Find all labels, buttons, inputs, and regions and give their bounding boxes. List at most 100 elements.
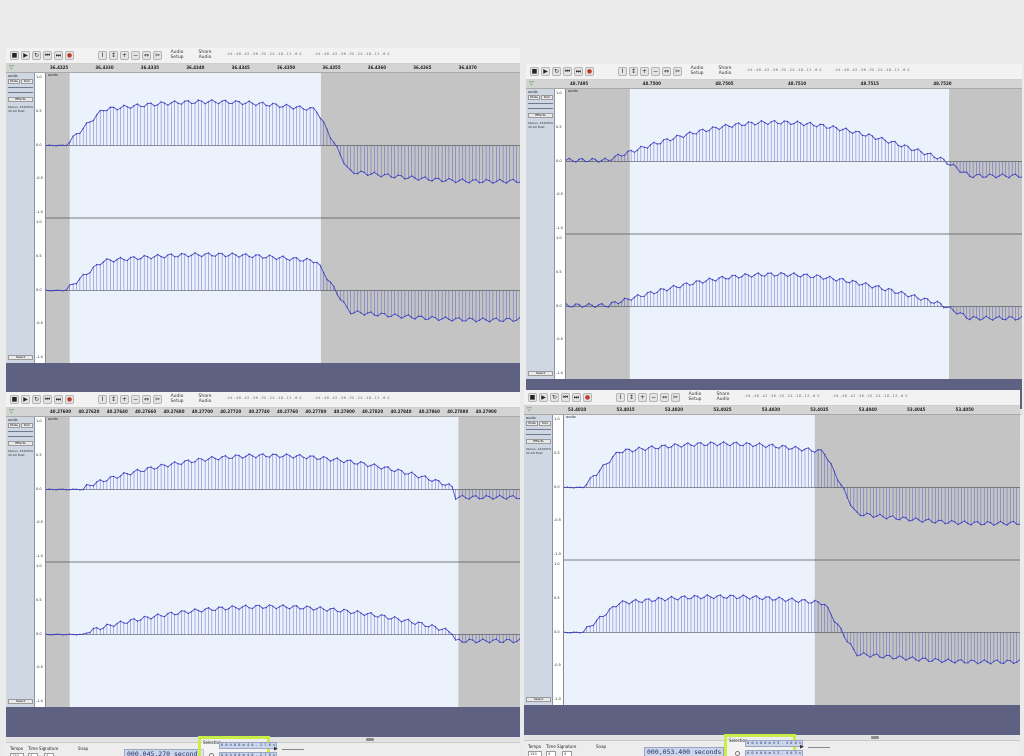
clip-title[interactable]: audio: [566, 89, 578, 94]
record-meter[interactable]: -54 -48 -42 -36 -30 -24 -18 -12 -6 0: [226, 52, 306, 60]
share-audio-button[interactable]: Share Audio: [194, 50, 216, 61]
audio-setup-button[interactable]: Audio Setup: [166, 50, 188, 61]
solo-button[interactable]: Solo: [541, 95, 553, 100]
select-tool-icon[interactable]: I: [98, 395, 107, 404]
play-icon[interactable]: ▶: [21, 51, 30, 60]
mute-button[interactable]: Mute: [526, 421, 538, 426]
timeline-ruler[interactable]: ▽ 40.27600 40.27620 40.27640 40.27660 40.2768…: [6, 408, 520, 417]
track-name[interactable]: audio: [8, 74, 18, 78]
fit-icon[interactable]: ⇔: [142, 395, 151, 404]
select-track-button[interactable]: Select: [8, 699, 33, 704]
track-name[interactable]: audio: [8, 418, 18, 422]
pan-slider[interactable]: [526, 434, 551, 435]
selection-start-field[interactable]: 0 0 h 0 0 m 4 0 . 2 7 6 s: [219, 742, 278, 749]
envelope-tool-icon[interactable]: ↕: [627, 393, 636, 402]
zoom-in-icon[interactable]: +: [120, 51, 129, 60]
loop-toggle-icon[interactable]: ↻: [552, 67, 561, 76]
timeline-ruler[interactable]: ▽ 48.7495 48.7500 48.7505 48.7510 48.7515 48.7…: [526, 80, 1022, 89]
play-at-speed-icon[interactable]: ▶: [274, 746, 278, 752]
gain-slider[interactable]: [8, 431, 33, 432]
selection-end-field[interactable]: 0 0 h 0 0 m 5 3 . 4 0 3 s: [745, 750, 804, 756]
effects-button[interactable]: Effects: [526, 439, 551, 444]
pan-slider[interactable]: [8, 92, 33, 93]
play-at-speed[interactable]: ▶: [274, 746, 304, 752]
record-meter[interactable]: -54 -48 -42 -36 -30 -24 -18 -12 -6 0: [226, 396, 306, 404]
audio-setup-button[interactable]: Audio Setup: [684, 392, 706, 403]
waveform-area[interactable]: [46, 417, 520, 707]
effects-button[interactable]: Effects: [528, 113, 553, 118]
track-control-panel[interactable]: audio Mute Solo Effects Stereo, 44100Hz 32-bi…: [6, 73, 35, 363]
zoom-in-icon[interactable]: +: [640, 67, 649, 76]
mute-button[interactable]: Mute: [8, 423, 20, 428]
track-control-panel[interactable]: audio Mute Solo Effects Stereo, 44100Hz 32-bi…: [6, 417, 35, 707]
record-icon[interactable]: ●: [65, 51, 74, 60]
playback-meter[interactable]: -54 -48 -42 -36 -30 -24 -18 -12 -6 0: [314, 396, 516, 404]
time-signature-denominator[interactable]: 4: [562, 751, 572, 756]
zoom-in-icon[interactable]: +: [120, 395, 129, 404]
zoom-out-icon[interactable]: −: [649, 393, 658, 402]
solo-button[interactable]: Solo: [21, 79, 33, 84]
gain-slider[interactable]: [528, 103, 553, 104]
share-audio-button[interactable]: Share Audio: [194, 394, 216, 405]
track-name[interactable]: audio: [526, 416, 536, 420]
empty-track-area[interactable]: [6, 707, 520, 737]
skip-end-icon[interactable]: ⏭: [54, 51, 63, 60]
envelope-tool-icon[interactable]: ↕: [629, 67, 638, 76]
selection-end-field[interactable]: 0 0 h 0 0 m 4 0 . 2 7 9 s: [219, 752, 278, 756]
audio-setup-button[interactable]: Audio Setup: [686, 66, 708, 77]
stop-icon[interactable]: ■: [10, 395, 19, 404]
track-name[interactable]: audio: [528, 90, 538, 94]
audio-setup-button[interactable]: Audio Setup: [166, 394, 188, 405]
mute-button[interactable]: Mute: [528, 95, 540, 100]
speed-slider[interactable]: [808, 747, 830, 748]
record-icon[interactable]: ●: [65, 395, 74, 404]
play-icon[interactable]: ▶: [21, 395, 30, 404]
select-tool-icon[interactable]: I: [618, 67, 627, 76]
scrollbar-thumb[interactable]: [871, 736, 880, 739]
clip-title[interactable]: audio: [46, 417, 58, 422]
record-meter[interactable]: -54 -48 -42 -36 -30 -24 -18 -12 -6 0: [746, 68, 826, 76]
zoom-out-icon[interactable]: −: [651, 67, 660, 76]
solo-button[interactable]: Solo: [539, 421, 551, 426]
empty-track-area[interactable]: [6, 363, 520, 393]
loop-toggle-icon[interactable]: ↻: [32, 395, 41, 404]
skip-start-icon[interactable]: ⏮: [563, 67, 572, 76]
play-at-speed[interactable]: ▶: [800, 744, 830, 750]
stop-icon[interactable]: ■: [528, 393, 537, 402]
skip-start-icon[interactable]: ⏮: [43, 395, 52, 404]
scrollbar-thumb[interactable]: [365, 738, 374, 741]
play-at-speed-icon[interactable]: ▶: [800, 744, 804, 750]
gain-slider[interactable]: [526, 429, 551, 430]
zoom-in-icon[interactable]: +: [638, 393, 647, 402]
selection-radio[interactable]: [735, 751, 740, 756]
select-track-button[interactable]: Select: [8, 355, 33, 360]
select-track-button[interactable]: Select: [526, 697, 551, 702]
play-icon[interactable]: ▶: [541, 67, 550, 76]
loop-icon[interactable]: ▽: [9, 409, 14, 415]
playback-meter[interactable]: -54 -48 -42 -36 -30 -24 -18 -12 -6 0: [834, 68, 1018, 76]
select-tool-icon[interactable]: I: [616, 393, 625, 402]
time-signature-numerator[interactable]: 4: [546, 751, 556, 756]
select-tool-icon[interactable]: I: [98, 51, 107, 60]
selection-start-field[interactable]: 0 0 h 0 0 m 5 3 . 4 0 0 s: [745, 740, 804, 747]
clip-title[interactable]: audio: [46, 73, 58, 78]
skip-end-icon[interactable]: ⏭: [574, 67, 583, 76]
time-readout[interactable]: 000,045.270 seconds: [124, 749, 205, 756]
envelope-tool-icon[interactable]: ↕: [109, 395, 118, 404]
mute-button[interactable]: Mute: [8, 79, 20, 84]
empty-track-area[interactable]: [524, 705, 1020, 735]
trim-icon[interactable]: ✂: [671, 393, 680, 402]
loop-icon[interactable]: ▽: [9, 65, 14, 71]
record-icon[interactable]: ●: [585, 67, 594, 76]
effects-button[interactable]: Effects: [8, 441, 33, 446]
loop-icon[interactable]: ▽: [529, 81, 534, 87]
playback-meter[interactable]: -54 -48 -42 -36 -30 -24 -18 -12 -6 0: [832, 394, 1016, 402]
gain-slider[interactable]: [8, 87, 33, 88]
solo-button[interactable]: Solo: [21, 423, 33, 428]
skip-start-icon[interactable]: ⏮: [43, 51, 52, 60]
loop-toggle-icon[interactable]: ↻: [550, 393, 559, 402]
trim-icon[interactable]: ✂: [153, 395, 162, 404]
fit-icon[interactable]: ⇔: [662, 67, 671, 76]
playback-meter[interactable]: -54 -48 -42 -36 -30 -24 -18 -12 -6 0: [314, 52, 516, 60]
trim-icon[interactable]: ✂: [673, 67, 682, 76]
